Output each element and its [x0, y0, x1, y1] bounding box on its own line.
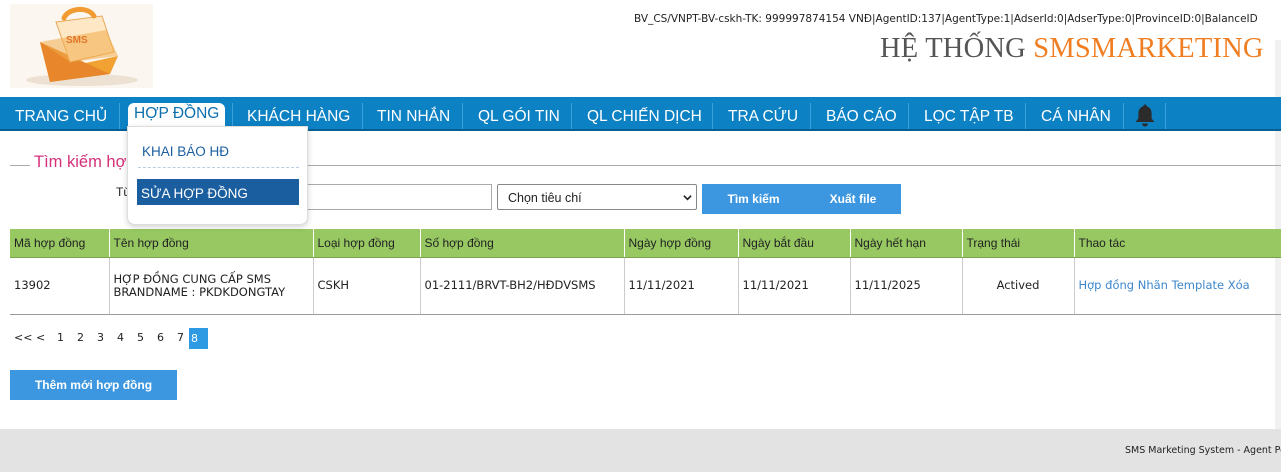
sms-logo[interactable]: SMS [10, 4, 153, 88]
column-header-so-hop-dong[interactable]: Số hợp đồng [420, 229, 625, 258]
account-info: BV_CS/VNPT-BV-cskh-TK: 999997874154 VNĐ|… [634, 13, 1258, 25]
page: SMS BV_CS/VNPT-BV-cskh-TK: 999997874154 … [0, 0, 1281, 472]
page-link-7[interactable]: 7 [177, 331, 184, 344]
chevron-down-icon [683, 195, 692, 201]
footer-text: SMS Marketing System - Agent Por [1125, 445, 1281, 456]
logo-text: SMS [66, 35, 88, 46]
nav-divider [362, 103, 363, 129]
nav-item-tra-cuu[interactable]: TRA CỨU [728, 97, 798, 129]
hop-dong-dropdown-menu: KHAI BÁO HĐ SỬA HỢP ĐỒNG [127, 126, 308, 225]
cell-contract-name: HỢP ĐỒNG CUNG CẤP SMS BRANDNAME : PKDKDO… [109, 257, 314, 315]
nav-item-loc-tap-tb[interactable]: LỌC TẬP TB [924, 97, 1014, 129]
search-input[interactable] [300, 184, 492, 210]
bell-icon[interactable] [1134, 103, 1156, 127]
column-header-ma-hop-dong[interactable]: Mã hợp đồng [10, 229, 110, 258]
nav-item-trang-chu[interactable]: TRANG CHỦ [15, 97, 107, 129]
action-nhan-link[interactable]: Nhãn [1138, 278, 1168, 292]
nav-divider [810, 103, 811, 129]
criteria-select-value: Chọn tiêu chí [508, 191, 582, 205]
add-contract-button[interactable]: Thêm mới hợp đồng [10, 370, 177, 400]
column-header-ten-hop-dong[interactable]: Tên hợp đồng [109, 229, 314, 258]
cell-contract-type: CSKH [313, 257, 421, 315]
nav-divider [1165, 103, 1166, 129]
dropdown-item-khai-bao-hd[interactable]: KHAI BÁO HĐ [142, 144, 229, 159]
column-header-ngay-het-han[interactable]: Ngày hết hạn [850, 229, 963, 258]
envelope-logo-icon: SMS [26, 7, 138, 86]
nav-item-ql-goi-tin[interactable]: QL GÓI TIN [478, 97, 560, 129]
page-current-8[interactable]: 8 [189, 328, 208, 349]
nav-item-tin-nhan[interactable]: TIN NHẮN [377, 97, 450, 129]
nav-divider [908, 103, 909, 129]
dropdown-divider [138, 167, 299, 168]
nav-item-khach-hang[interactable]: KHÁCH HÀNG [247, 97, 350, 129]
nav-divider [1025, 103, 1026, 129]
nav-divider [462, 103, 463, 129]
search-button[interactable]: Tìm kiếm [702, 184, 805, 214]
system-title-prefix: HỆ THỐNG [880, 33, 1034, 64]
column-header-thao-tac[interactable]: Thao tác [1074, 229, 1281, 258]
system-title: HỆ THỐNG SMSMARKETING [880, 33, 1264, 65]
page-link-6[interactable]: 6 [157, 331, 164, 344]
nav-item-ca-nhan[interactable]: CÁ NHÂN [1041, 97, 1111, 129]
nav-divider [712, 103, 713, 129]
page-prev-link[interactable]: < [36, 331, 45, 344]
page-link-5[interactable]: 5 [137, 331, 144, 344]
action-hop-dong-link[interactable]: Hợp đồng [1079, 278, 1135, 292]
nav-divider [571, 103, 572, 129]
footer: SMS Marketing System - Agent Por [0, 429, 1281, 472]
table-header-row: Mã hợp đồng Tên hợp đồng Loại hợp đồng S… [10, 229, 1281, 258]
column-header-loai-hop-dong[interactable]: Loại hợp đồng [313, 229, 421, 258]
cell-status: Actived [962, 257, 1075, 315]
system-title-accent: SMSMARKETING [1033, 33, 1264, 64]
cell-contract-code: 13902 [10, 257, 110, 315]
page-first-link[interactable]: << [14, 331, 32, 344]
contract-table: Mã hợp đồng Tên hợp đồng Loại hợp đồng S… [10, 229, 1281, 315]
nav-divider [1123, 103, 1124, 129]
page-link-3[interactable]: 3 [97, 331, 104, 344]
criteria-select[interactable]: Chọn tiêu chí [497, 184, 697, 210]
page-link-2[interactable]: 2 [77, 331, 84, 344]
action-template-link[interactable]: Template [1172, 278, 1224, 292]
nav-divider [119, 103, 120, 129]
page-link-1[interactable]: 1 [57, 331, 64, 344]
search-export-button-group: Tìm kiếm Xuất file [702, 184, 901, 214]
cell-contract-number: 01-2111/BRVT-BH2/HĐDVSMS [420, 257, 625, 315]
cell-end-date: 11/11/2025 [850, 257, 963, 315]
column-header-ngay-bat-dau[interactable]: Ngày bắt đầu [738, 229, 851, 258]
export-file-button[interactable]: Xuất file [805, 184, 901, 214]
cell-start-date: 11/11/2021 [738, 257, 851, 315]
dropdown-item-sua-hop-dong[interactable]: SỬA HỢP ĐỒNG [137, 179, 299, 205]
column-header-ngay-hop-dong[interactable]: Ngày hợp đồng [624, 229, 739, 258]
cell-contract-date: 11/11/2021 [624, 257, 739, 315]
search-section-title: Tìm kiếm hợp [30, 153, 140, 172]
nav-item-ql-chien-dich[interactable]: QL CHIẾN DỊCH [587, 97, 702, 129]
cell-actions: Hợp đồng Nhãn Template Xóa [1074, 257, 1281, 315]
column-header-trang-thai[interactable]: Trạng thái [962, 229, 1075, 258]
nav-item-bao-cao[interactable]: BÁO CÁO [826, 97, 897, 129]
page-link-4[interactable]: 4 [117, 331, 124, 344]
action-xoa-link[interactable]: Xóa [1228, 278, 1250, 292]
table-row: 13902 HỢP ĐỒNG CUNG CẤP SMS BRANDNAME : … [10, 257, 1281, 315]
